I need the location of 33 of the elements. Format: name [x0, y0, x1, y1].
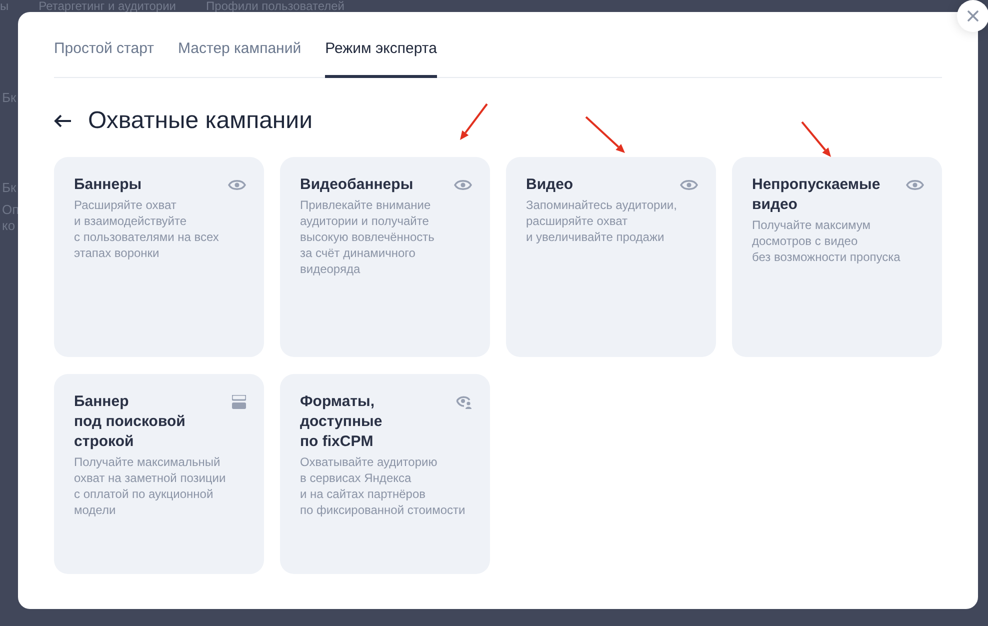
annotation-arrow [585, 116, 625, 153]
tab[interactable]: Простой старт [54, 12, 154, 78]
campaign-card[interactable]: Видеобаннеры Привлекайте внимание аудитории и получайте высокую вовлечённость за счёт динамичного видеоряда [280, 157, 490, 357]
campaign-card[interactable]: Непропускаемые видео Получайте максимум досмотров с видео без возможности пропуска [732, 157, 942, 357]
eye-person-icon[interactable] [456, 395, 472, 409]
eye-icon[interactable] [906, 179, 924, 191]
eye-icon[interactable] [228, 179, 246, 191]
card-title: Непропускаемые видео [752, 175, 880, 215]
campaign-card[interactable]: Баннер под поисковой строкой Получайте максимальный охват на заметной позиции с оплатой по аукционной модели [54, 374, 264, 574]
card-description: Охватывайте аудиторию в сервисах Яндекса и на сайтах партнёров по фиксированной стоимости [300, 454, 466, 518]
card-description: Запоминайтесь аудитории, расширяйте охват и увеличивайте продажи [526, 197, 678, 245]
card-title: Баннер под поисковой строкой [74, 392, 186, 452]
stacked-bars-icon[interactable] [232, 395, 246, 409]
close-button[interactable] [957, 0, 988, 32]
back-arrow-icon[interactable] [54, 114, 72, 128]
eye-icon[interactable] [680, 179, 698, 191]
page-title: Охватные кампании [88, 107, 312, 135]
card-description: Получайте максимум досмотров с видео без возможности пропуска [752, 217, 902, 265]
card-description: Расширяйте охват и взаимодействуйте с пользователями на всех этапах воронки [74, 197, 220, 261]
card-title: Баннеры [74, 175, 142, 195]
card-title: Форматы, доступные по fixCPM [300, 392, 382, 452]
annotation-arrow [460, 103, 488, 140]
tab[interactable]: Мастер кампаний [178, 12, 302, 78]
card-description: Получайте максимальный охват на заметной позиции с оплатой по аукционной модели [74, 454, 227, 518]
card-title: Видеобаннеры [300, 175, 414, 195]
annotation-arrow [801, 121, 831, 157]
tab[interactable]: Режим эксперта [325, 12, 437, 78]
card-description: Привлекайте внимание аудитории и получайте высокую вовлечённость за счёт динамичного видеоряда [300, 197, 436, 277]
card-title: Видео [526, 175, 574, 195]
campaign-card[interactable]: Видео Запоминайтесь аудитории, расширяйте охват и увеличивайте продажи [506, 157, 716, 357]
campaign-card[interactable]: Баннеры Расширяйте охват и взаимодействуйте с пользователями на всех этапах воронки [54, 157, 264, 357]
campaign-card[interactable]: Форматы, доступные по fixCPM Охватывайте аудиторию в сервисах Яндекса и на сайтах партнёров по фиксированной стоимости [280, 374, 490, 574]
eye-icon[interactable] [454, 179, 472, 191]
